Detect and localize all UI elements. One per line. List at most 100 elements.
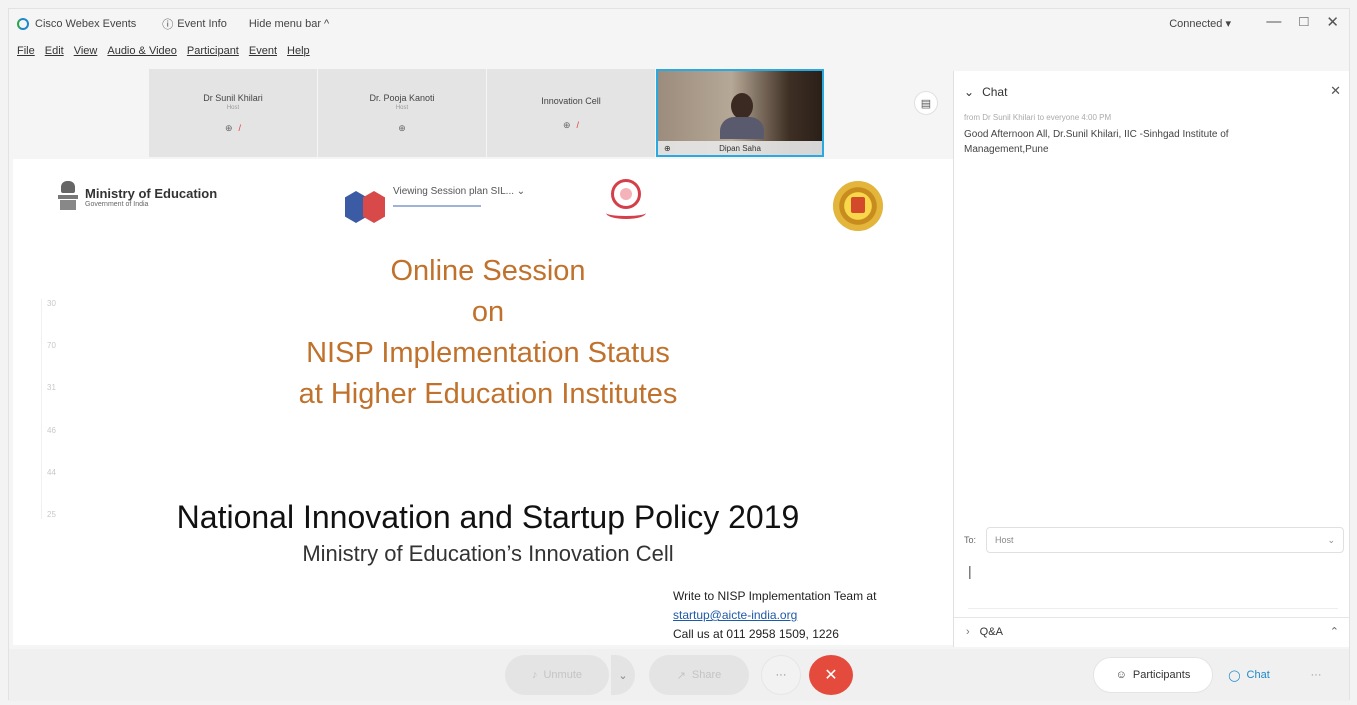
webex-logo-icon <box>17 18 29 30</box>
participant-video-feed <box>720 93 764 141</box>
menu-bar: File Edit View Audio & Video Participant… <box>17 45 310 57</box>
share-label: Share <box>691 669 722 681</box>
participants-button[interactable]: ☺ Participants <box>1093 657 1213 693</box>
chat-panel: ⌄ Chat ✕ from Dr Sunil Khilari to everyo… <box>953 71 1349 647</box>
microphone-muted-icon: ⊕ / <box>224 122 242 133</box>
title-bar: Cisco Webex Events ⓘ Event Info Hide men… <box>9 9 1349 39</box>
app-title: Cisco Webex Events <box>17 18 136 30</box>
layout-toggle-icon[interactable]: ▤ <box>914 91 938 115</box>
recipient-label: To: <box>964 535 977 545</box>
meeting-toolbar: ♪ Unmute ⌄ ↗ Share ··· ✕ ☺ Participants … <box>9 649 1349 701</box>
share-icon: ↗ <box>676 669 686 682</box>
share-button[interactable]: ↗ Share <box>649 655 749 695</box>
info-icon: ⓘ <box>162 19 174 31</box>
window-controls: — □ ✕ <box>1266 13 1339 31</box>
more-options-button[interactable]: ··· <box>761 655 801 695</box>
chat-panel-header[interactable]: ⌄ Chat <box>964 85 1007 99</box>
chat-label: Chat <box>1246 669 1270 681</box>
more-icon: ··· <box>1310 669 1322 681</box>
participant-tile[interactable]: Dr Sunil Khilari Host ⊕ / <box>149 69 317 157</box>
people-icon: ☺ <box>1115 669 1127 681</box>
minimize-icon[interactable]: — <box>1266 13 1281 31</box>
headline-line: Online Session <box>390 255 586 287</box>
participant-role: Host <box>226 104 240 111</box>
event-info-label: Event Info <box>177 18 227 30</box>
slide-headline: Online Session on NISP Implementation St… <box>13 251 963 415</box>
microphone-icon: ⊕ <box>664 143 671 153</box>
audio-options-button[interactable]: ⌄ <box>611 655 635 695</box>
event-info-button[interactable]: ⓘ Event Info <box>162 16 227 32</box>
expand-icon[interactable]: ⌃ <box>1330 625 1339 638</box>
connection-status[interactable]: Connected ▾ <box>1169 17 1231 30</box>
ministry-title: Ministry of Education <box>85 186 218 201</box>
video-name-label: ⊕ Dipan Saha <box>658 141 822 155</box>
ministry-logo: Ministry of Education Government of Indi… <box>57 181 217 213</box>
recipient-value: Host <box>995 535 1014 545</box>
contact-email-link[interactable]: startup@aicte-india.org <box>673 606 876 625</box>
chevron-down-icon: ⌄ <box>1327 534 1335 545</box>
aicte-logo <box>603 179 649 231</box>
menu-help[interactable]: Help <box>287 45 310 57</box>
qa-title: Q&A <box>979 625 1003 638</box>
headline-line: NISP Implementation Status <box>306 337 670 369</box>
chat-input[interactable]: | <box>968 563 1338 609</box>
participant-video-tile[interactable]: ⊕ Dipan Saha <box>656 69 824 157</box>
innovation-cell-logo <box>345 189 389 225</box>
chat-recipient-row: To: Host ⌄ <box>964 527 1344 553</box>
menu-audio-video[interactable]: Audio & Video <box>107 45 177 57</box>
unmute-label: Unmute <box>543 669 583 681</box>
app-name: Cisco Webex Events <box>35 18 137 30</box>
viewing-label: Viewing Session plan SIL... ⌄ <box>393 186 526 197</box>
close-icon[interactable]: ✕ <box>1326 13 1339 31</box>
contact-line: Write to NISP Implementation Team at <box>673 589 877 603</box>
viewing-session-dropdown[interactable]: Viewing Session plan SIL... ⌄ <box>393 186 525 207</box>
microphone-muted-icon: ⊕ / <box>562 119 580 130</box>
chevron-down-icon: ⌄ <box>618 669 628 682</box>
headline-line: on <box>471 296 505 328</box>
qa-panel-header[interactable]: › Q&A ⌃ <box>954 617 1349 645</box>
more-icon: ··· <box>775 669 787 681</box>
side-marker: 44 <box>47 467 56 477</box>
chat-message-meta: from Dr Sunil Khilari to everyone 4:00 P… <box>964 113 1112 122</box>
close-icon: ✕ <box>824 667 838 684</box>
leave-meeting-button[interactable]: ✕ <box>809 655 853 695</box>
hide-menu-bar-button[interactable]: Hide menu bar ^ <box>249 18 329 30</box>
headline-line: at Higher Education Institutes <box>298 378 678 410</box>
participants-label: Participants <box>1132 669 1191 681</box>
chat-message: Good Afternoon All, Dr.Sunil Khilari, II… <box>964 129 1229 155</box>
menu-event[interactable]: Event <box>249 45 277 57</box>
participant-name: Dr. Pooja Kanoti <box>369 92 435 103</box>
policy-title: National Innovation and Startup Policy 2… <box>176 499 800 535</box>
policy-subtitle: Ministry of Education’s Innovation Cell <box>302 541 674 566</box>
microphone-icon: ♪ <box>531 669 538 681</box>
participant-name: Dipan Saha <box>719 143 761 153</box>
participant-tile[interactable]: Dr. Pooja Kanoti Host ⊕ <box>318 69 486 157</box>
national-emblem-icon <box>57 181 79 213</box>
participant-strip: Dr Sunil Khilari Host ⊕ / Dr. Pooja Kanot… <box>149 69 825 157</box>
chevron-right-icon: › <box>966 625 970 638</box>
menu-edit[interactable]: Edit <box>45 45 64 57</box>
menu-view[interactable]: View <box>74 45 98 57</box>
panel-menu-button[interactable]: ··· <box>1299 657 1333 693</box>
participant-tile[interactable]: Innovation Cell ⊕ / <box>487 69 655 157</box>
participant-role: Host <box>395 104 409 111</box>
logo-caption-line <box>393 205 481 207</box>
menu-file[interactable]: File <box>17 45 35 57</box>
chat-button[interactable]: ◯ Chat <box>1217 657 1281 693</box>
chevron-down-icon: ⌄ <box>964 85 975 99</box>
chat-panel-title: Chat <box>982 85 1008 99</box>
recipient-select[interactable]: Host ⌄ <box>986 527 1344 553</box>
participant-name: Dr Sunil Khilari <box>203 92 263 103</box>
contact-block: Write to NISP Implementation Team at sta… <box>673 587 876 644</box>
chat-bubble-icon: ◯ <box>1228 669 1241 682</box>
contact-phone: Call us at 011 2958 1509, 1226 <box>673 627 839 641</box>
maximize-icon[interactable]: □ <box>1299 13 1308 31</box>
close-chat-icon[interactable]: ✕ <box>1330 83 1341 99</box>
institute-seal-logo <box>833 181 883 231</box>
unmute-button[interactable]: ♪ Unmute <box>505 655 609 695</box>
participant-name: Innovation Cell <box>541 95 601 106</box>
menu-participant[interactable]: Participant <box>187 45 239 57</box>
webex-window: Cisco Webex Events ⓘ Event Info Hide men… <box>8 8 1350 701</box>
shared-slide: Ministry of Education Government of Indi… <box>13 159 953 645</box>
microphone-icon: ⊕ <box>398 122 406 133</box>
